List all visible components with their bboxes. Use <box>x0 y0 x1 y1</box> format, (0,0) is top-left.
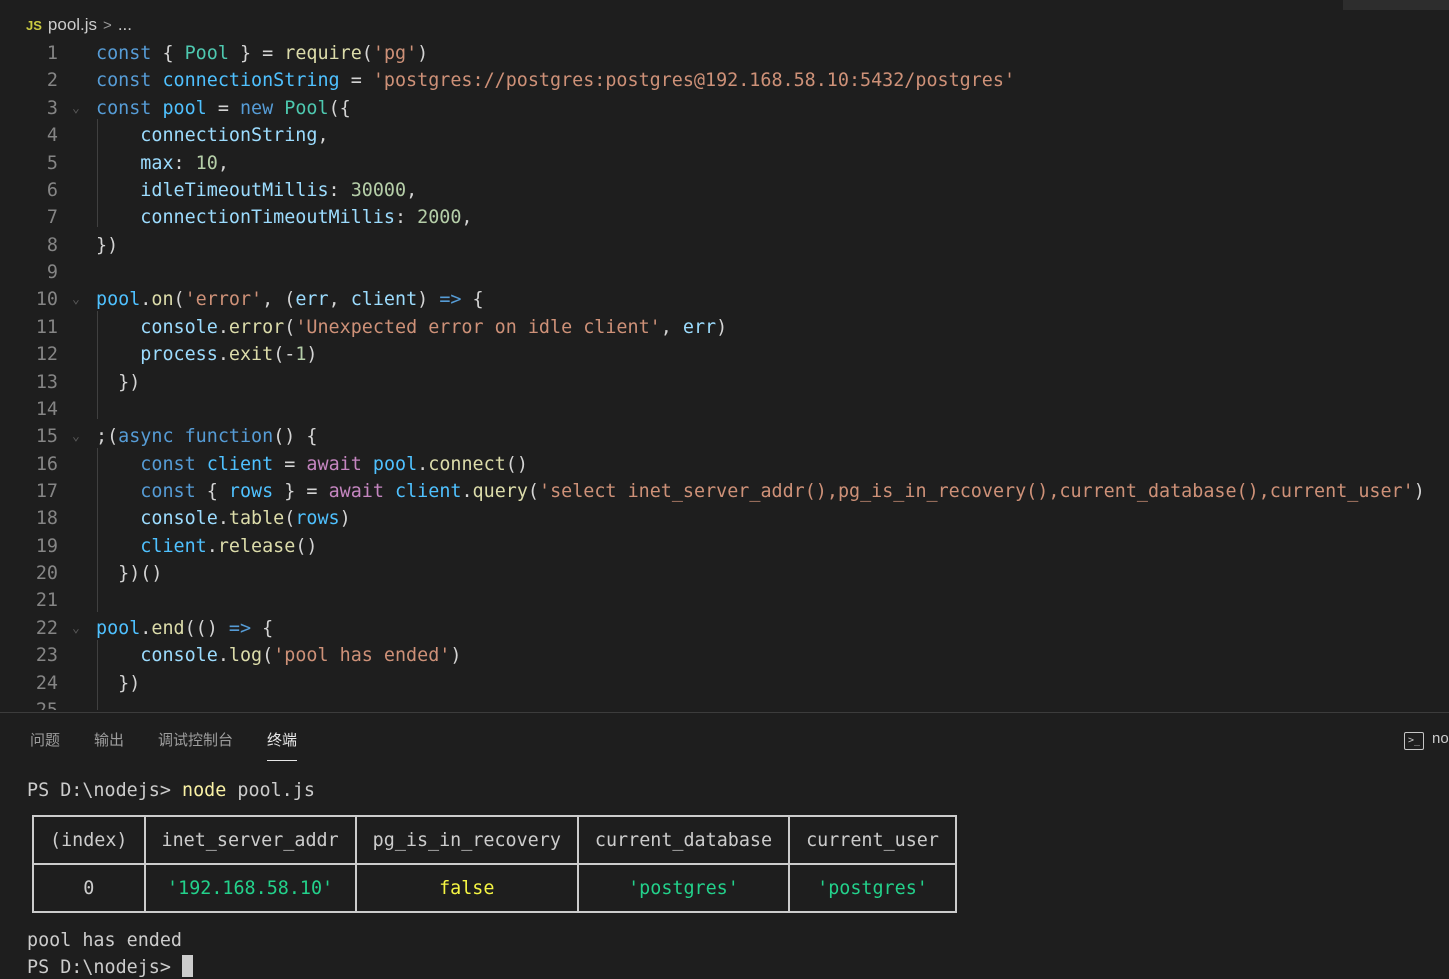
code-line: 15 ⌄ ;(async function() { <box>0 423 1449 450</box>
terminal-command: node <box>182 780 227 801</box>
terminal-icon[interactable]: >_ <box>1404 732 1424 750</box>
line-number: 18 <box>35 508 58 529</box>
line-number: 24 <box>35 673 58 694</box>
fold-chevron-icon[interactable]: ⌄ <box>72 95 80 122</box>
code-line: 16 const client = await pool.connect() <box>0 451 1449 478</box>
code-line: 20 })() <box>0 560 1449 587</box>
terminal-args: pool.js <box>237 780 315 801</box>
tab-output[interactable]: 输出 <box>94 729 124 761</box>
line-number: 14 <box>35 399 58 420</box>
code-line: 9 <box>0 259 1449 286</box>
code-line: 10 ⌄ pool.on('error', (err, client) => { <box>0 286 1449 313</box>
line-number: 5 <box>46 153 58 174</box>
code-line: 1 const { Pool } = require('pg') <box>0 40 1449 67</box>
table-cell: 0 <box>32 863 146 913</box>
terminal-prompt-line[interactable]: PS D:\nodejs> <box>27 955 194 978</box>
table-header: current_user <box>788 815 957 865</box>
code-line: 17 const { rows } = await client.query('… <box>0 478 1449 505</box>
table-header: inet_server_addr <box>143 815 357 865</box>
breadcrumb-file[interactable]: pool.js <box>48 15 97 35</box>
fold-chevron-icon[interactable]: ⌄ <box>72 615 80 642</box>
tab-debug-console[interactable]: 调试控制台 <box>158 729 233 761</box>
line-number: 7 <box>46 207 58 228</box>
code-line: 24 }) <box>0 670 1449 697</box>
table-header-row: (index) inet_server_addr pg_is_in_recove… <box>32 815 957 865</box>
table-header: current_database <box>576 815 791 865</box>
panel-tabs: 问题 输出 调试控制台 终端 <box>30 729 331 761</box>
code-line: 25 <box>0 697 1449 710</box>
code-line: 21 <box>0 587 1449 614</box>
terminal-prompt: PS D:\nodejs> <box>27 780 171 801</box>
terminal-cursor <box>182 955 194 977</box>
table-header: pg_is_in_recovery <box>354 815 579 865</box>
code-line: 13 }) <box>0 369 1449 396</box>
tab-terminal[interactable]: 终端 <box>267 729 298 761</box>
line-number: 2 <box>46 70 58 91</box>
chevron-right-icon: > <box>103 16 112 34</box>
fold-chevron-icon[interactable]: ⌄ <box>72 286 80 313</box>
line-number: 15 <box>35 426 58 447</box>
code-line: 12 process.exit(-1) <box>0 341 1449 368</box>
breadcrumb-more[interactable]: ... <box>118 15 132 35</box>
code-editor[interactable]: 1 const { Pool } = require('pg') 2 const c… <box>0 38 1449 710</box>
table-cell: 'postgres' <box>788 863 957 913</box>
line-number: 3 <box>46 98 58 119</box>
code-line: 5 max: 10, <box>0 150 1449 177</box>
tab-active-area[interactable] <box>0 0 1343 10</box>
code-line: 19 client.release() <box>0 533 1449 560</box>
table-row: 0 '192.168.58.10' false 'postgres' 'post… <box>32 863 957 913</box>
line-number: 11 <box>35 317 58 338</box>
code-line: 2 const connectionString = 'postgres://po… <box>0 67 1449 94</box>
code-line: 7 connectionTimeoutMillis: 2000, <box>0 204 1449 231</box>
line-number: 12 <box>35 344 58 365</box>
table-cell: 'postgres' <box>576 863 791 913</box>
terminal-prompt: PS D:\nodejs> <box>27 957 171 978</box>
code-line: 22 ⌄ pool.end(() => { <box>0 615 1449 642</box>
line-number: 23 <box>35 645 58 666</box>
tab-problems[interactable]: 问题 <box>30 729 60 761</box>
table-header: (index) <box>32 815 146 865</box>
line-number: 9 <box>46 262 58 283</box>
line-number: 1 <box>46 43 58 64</box>
tab-strip <box>0 0 1449 10</box>
line-number: 16 <box>35 454 58 475</box>
code-line: 3 ⌄ const pool = new Pool({ <box>0 95 1449 122</box>
code-line: 6 idleTimeoutMillis: 30000, <box>0 177 1449 204</box>
code-line: 18 console.table(rows) <box>0 505 1449 532</box>
terminal-command-line: PS D:\nodejs> node pool.js <box>27 780 315 801</box>
line-number: 6 <box>46 180 58 201</box>
terminal-output-table: (index) inet_server_addr pg_is_in_recove… <box>32 815 957 913</box>
bottom-panel: 问题 输出 调试控制台 终端 >_ no PS D:\nodejs> node … <box>0 712 1449 979</box>
line-number: 17 <box>35 481 58 502</box>
breadcrumb: JS pool.js > ... <box>26 13 132 37</box>
code-line: 8}) <box>0 232 1449 259</box>
line-number: 22 <box>35 618 58 639</box>
line-number: 10 <box>35 289 58 310</box>
tab-inactive[interactable] <box>1343 0 1449 10</box>
line-number: 20 <box>35 563 58 584</box>
line-number: 4 <box>46 125 58 146</box>
line-number: 19 <box>35 536 58 557</box>
line-number: 25 <box>0 697 58 710</box>
code-line: 11 console.error('Unexpected error on id… <box>0 314 1449 341</box>
code-line: 4 connectionString, <box>0 122 1449 149</box>
line-number: 13 <box>35 372 58 393</box>
table-cell: false <box>354 863 579 913</box>
table-cell: '192.168.58.10' <box>143 863 357 913</box>
line-number: 8 <box>46 235 58 256</box>
javascript-file-icon: JS <box>26 17 42 33</box>
terminal-output-line: pool has ended <box>27 930 183 951</box>
line-number: 21 <box>35 590 58 611</box>
code-line: 14 <box>0 396 1449 423</box>
fold-chevron-icon[interactable]: ⌄ <box>72 423 80 450</box>
code-line: 23 console.log('pool has ended') <box>0 642 1449 669</box>
terminal-name[interactable]: no <box>1432 730 1449 747</box>
